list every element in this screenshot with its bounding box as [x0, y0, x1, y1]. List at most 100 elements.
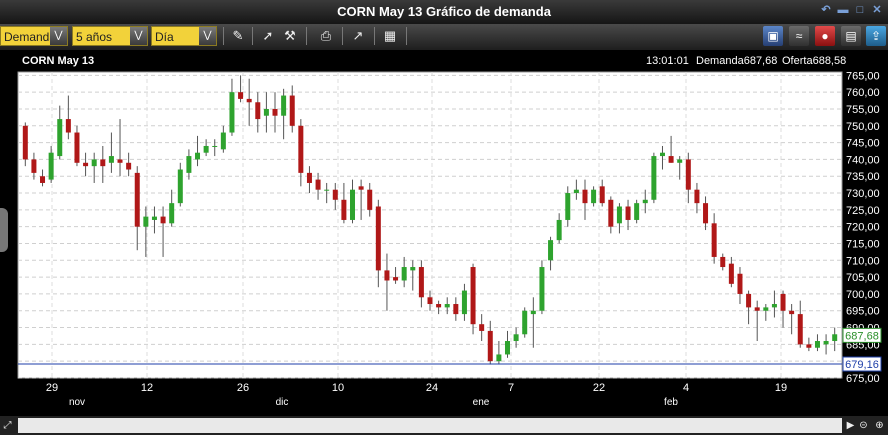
interval-value: Día	[155, 30, 174, 44]
candle-body	[195, 152, 201, 160]
candle-body	[789, 310, 795, 315]
candle-body	[126, 162, 132, 170]
x-tick-label: 22	[593, 382, 605, 394]
candle-body	[40, 176, 46, 183]
y-tick-label: 740,00	[846, 154, 880, 166]
x-month-label: feb	[664, 397, 678, 408]
candle-body	[203, 145, 209, 153]
candlestick-chart[interactable]: 765,00 760,00 755,00 750,00 745,00 740,00 735,…	[0, 52, 888, 416]
candle-body	[393, 277, 399, 281]
candle-body	[806, 344, 812, 348]
layout-icon[interactable]: ▣	[763, 26, 783, 46]
print-icon[interactable]: ⎙	[316, 26, 336, 46]
toolbar-separator	[223, 27, 224, 45]
x-tick-label: 7	[508, 382, 514, 394]
price-type-value: Demanda	[4, 30, 57, 44]
candle-body	[177, 169, 183, 204]
x-month-label: ene	[473, 397, 490, 408]
candle-body	[401, 267, 407, 281]
document-icon[interactable]: ▤	[841, 26, 861, 46]
candle-body	[556, 219, 562, 241]
price-type-dropdown[interactable]: Demanda ⋁	[0, 26, 68, 46]
window-title: CORN May 13 Gráfico de demanda	[337, 4, 551, 19]
y-tick-label: 745,00	[846, 138, 880, 150]
current-price-label: 687,68	[845, 330, 879, 342]
candle-body	[169, 203, 175, 224]
tools-icon[interactable]: ⚒	[280, 26, 300, 46]
y-tick-label: 695,00	[846, 306, 880, 318]
x-tick-label: 26	[237, 382, 249, 394]
candle-body	[470, 267, 476, 325]
restore-icon[interactable]: ↶	[819, 3, 833, 17]
close-button[interactable]: ✕	[870, 3, 884, 17]
chart-type-icon[interactable]: ↗	[348, 26, 368, 46]
alert-icon[interactable]: ●	[815, 26, 835, 46]
interval-dropdown[interactable]: Día ⋁	[151, 26, 217, 46]
candle-body	[823, 341, 829, 345]
candle-body	[31, 159, 37, 173]
x-tick-label: 19	[775, 382, 787, 394]
candle-body	[160, 216, 166, 224]
candle-body	[513, 334, 519, 342]
toolbar-separator	[306, 27, 307, 45]
candle-body	[212, 145, 218, 147]
candle-body	[410, 267, 416, 271]
maximize-button[interactable]: □	[853, 3, 867, 17]
candle-body	[272, 108, 278, 116]
candle-body	[754, 307, 760, 311]
candle-body	[324, 189, 330, 191]
candle-body	[418, 267, 424, 298]
y-tick-label: 750,00	[846, 121, 880, 133]
candle-body	[83, 162, 89, 167]
candle-body	[694, 189, 700, 204]
x-tick-label: 24	[426, 382, 438, 394]
y-tick-label: 710,00	[846, 255, 880, 267]
y-tick-label: 705,00	[846, 272, 880, 284]
candle-body	[341, 199, 347, 220]
candle-body	[651, 156, 657, 200]
reference-price-label: 679,16	[845, 359, 879, 371]
horizontal-scrollbar[interactable]	[18, 418, 842, 433]
zoom-out-icon[interactable]: ⊝	[856, 418, 871, 433]
chevron-down-icon[interactable]: ⋁	[130, 27, 147, 45]
grid-icon[interactable]: ▦	[380, 26, 400, 46]
x-tick-label: 10	[332, 382, 344, 394]
period-value: 5 años	[76, 30, 113, 44]
y-tick-label: 720,00	[846, 222, 880, 234]
candle-body	[220, 132, 226, 150]
candle-body	[573, 189, 579, 194]
chevron-down-icon[interactable]: ⋁	[50, 27, 67, 45]
candle-body	[565, 193, 571, 220]
chevron-down-icon[interactable]: ⋁	[199, 27, 216, 45]
x-month-label: dic	[276, 397, 289, 408]
candle-body	[427, 297, 433, 305]
y-tick-label: 755,00	[846, 104, 880, 116]
candle-body	[530, 310, 536, 315]
export-icon[interactable]: ⇪	[866, 26, 886, 46]
candle-body	[746, 293, 752, 308]
y-tick-label: 700,00	[846, 289, 880, 301]
candle-body	[229, 92, 235, 133]
candle-body	[22, 125, 28, 160]
candle-body	[453, 304, 459, 315]
zoom-fit-icon[interactable]: ⤢	[0, 418, 15, 433]
line-chart-icon[interactable]: ≈	[789, 26, 809, 46]
pin-icon[interactable]: ➚	[258, 26, 278, 46]
candle-body	[720, 256, 726, 268]
y-tick-label: 715,00	[846, 238, 880, 250]
candle-body	[496, 354, 502, 362]
draw-line-icon[interactable]: ✎	[228, 26, 248, 46]
period-dropdown[interactable]: 5 años ⋁	[72, 26, 148, 46]
y-tick-label: 735,00	[846, 171, 880, 183]
zoom-in-icon[interactable]: ⊕	[872, 418, 887, 433]
candle-body	[737, 273, 743, 294]
toolbar-separator	[374, 27, 375, 45]
candle-body	[289, 95, 295, 126]
candle-body	[771, 304, 777, 308]
candle-body	[332, 189, 338, 200]
toolbar-separator	[406, 27, 407, 45]
minimize-button[interactable]: ▬	[836, 3, 850, 17]
candle-body	[255, 102, 261, 120]
candle-body	[504, 341, 510, 355]
candle-body	[281, 95, 287, 116]
